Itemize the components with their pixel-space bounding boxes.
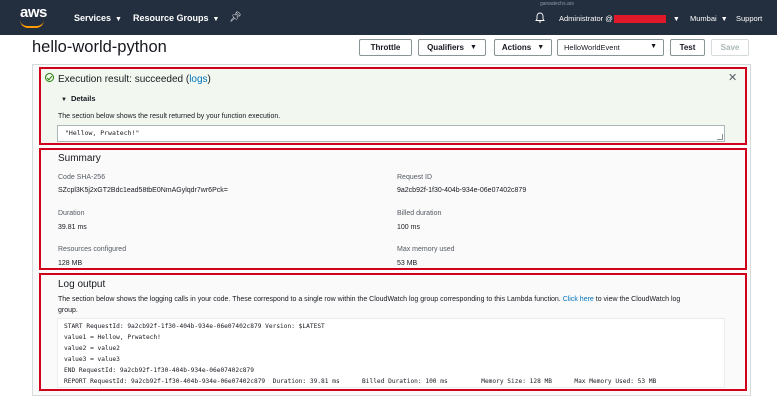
account-label: Administrator @ — [559, 14, 613, 23]
pin-icon[interactable]: 📌︎ — [229, 12, 242, 23]
highlight-execution-box — [39, 67, 747, 145]
highlight-summary-box — [39, 148, 747, 270]
region-menu[interactable]: Mumbai ▼ — [690, 14, 728, 23]
services-label: Services — [74, 13, 112, 23]
aws-logo-smile — [20, 20, 44, 28]
services-menu[interactable]: Services ▼ — [74, 13, 122, 23]
test-event-value: HelloWorldEvent — [564, 43, 620, 52]
chevron-down-icon: ▼ — [672, 16, 680, 23]
redacted-account-id — [613, 15, 666, 24]
function-title: hello-world-python — [32, 38, 167, 56]
test-event-select[interactable]: HelloWorldEvent ▼ — [557, 39, 664, 56]
resource-groups-menu[interactable]: Resource Groups ▼ — [133, 13, 219, 23]
throttle-button[interactable]: Throttle — [359, 39, 412, 56]
chevron-down-icon: ▼ — [212, 16, 220, 23]
chevron-down-icon: ▼ — [720, 16, 728, 23]
account-menu[interactable]: Administrator @ ▼ — [559, 14, 680, 24]
qualifiers-label: Qualifiers — [427, 43, 464, 52]
caret-down-icon: ▼ — [537, 44, 545, 51]
aws-logo[interactable]: aws — [20, 4, 47, 21]
top-navigation-bar: aws Services ▼ Resource Groups ▼ 📌︎ garwat… — [0, 0, 777, 35]
caret-down-icon: ▼ — [469, 44, 477, 51]
actions-button[interactable]: Actions ▼ — [494, 39, 552, 56]
region-label: Mumbai — [690, 14, 717, 23]
watermark-text: garwatechs.ars — [540, 1, 574, 7]
support-menu[interactable]: Support — [736, 14, 762, 23]
resource-groups-label: Resource Groups — [133, 13, 209, 23]
actions-label: Actions — [501, 43, 532, 52]
qualifiers-button[interactable]: Qualifiers ▼ — [418, 39, 486, 56]
bell-icon[interactable] — [535, 12, 545, 23]
chevron-down-icon: ▼ — [115, 16, 122, 23]
save-button[interactable]: Save — [711, 39, 749, 56]
test-button[interactable]: Test — [670, 39, 705, 56]
highlight-log-box — [39, 273, 747, 391]
caret-down-icon: ▼ — [650, 43, 657, 50]
